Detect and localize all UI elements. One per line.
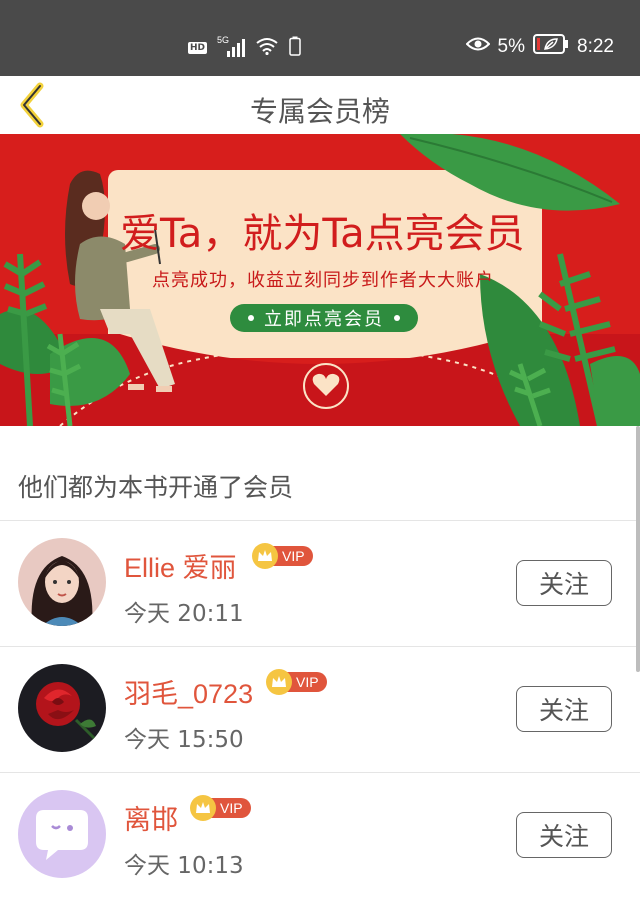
light-up-vip-button[interactable]: 立即点亮会员 <box>230 304 418 332</box>
follow-button[interactable]: 关注 <box>516 812 612 858</box>
status-right-icons: 5% 8:22 <box>465 34 614 60</box>
portrait-avatar-icon <box>18 538 106 626</box>
vip-badge: VIP <box>252 542 313 570</box>
join-time: 今天 15:50 <box>124 727 244 753</box>
avatar[interactable] <box>18 664 106 752</box>
member-row[interactable]: Ellie 爱丽 VIP 今天 20:11 关注 <box>0 520 640 646</box>
member-row[interactable]: 离邯 VIP 今天 10:13 关注 <box>0 772 640 898</box>
dot-icon <box>248 315 254 321</box>
status-bar: HD 5G 5% 8:22 <box>0 0 640 76</box>
nav-header: 专属会员榜 <box>0 76 640 134</box>
banner-button-label: 立即点亮会员 <box>264 309 384 330</box>
hd-badge: HD <box>188 42 208 54</box>
network-type-label: 5G <box>217 35 230 45</box>
banner-subtitle: 点亮成功，收益立刻同步到作者大大账户 <box>152 270 494 291</box>
crown-icon <box>190 795 216 821</box>
battery-percent: 5% <box>497 36 526 57</box>
page-title: 专属会员榜 <box>249 95 390 128</box>
rose-avatar-icon <box>18 664 106 752</box>
signal-icon: 5G <box>217 35 246 57</box>
vip-badge: VIP <box>266 668 327 696</box>
avatar[interactable] <box>18 538 106 626</box>
vip-badge: VIP <box>190 794 251 822</box>
dot-icon <box>394 315 400 321</box>
promo-banner[interactable]: 爱Ta，就为Ta点亮会员 点亮成功，收益立刻同步到作者大大账户 立即点亮会员 <box>0 134 640 426</box>
join-time: 今天 10:13 <box>124 853 244 879</box>
member-name[interactable]: 离邯 <box>124 798 178 837</box>
member-name[interactable]: 羽毛_0723 <box>124 672 253 711</box>
crown-icon <box>266 669 292 695</box>
clock: 8:22 <box>577 36 614 57</box>
follow-button[interactable]: 关注 <box>516 686 612 732</box>
battery-saver-icon <box>533 34 569 60</box>
section-title: 他们都为本书开通了会员 <box>18 473 294 502</box>
member-name[interactable]: Ellie 爱丽 <box>124 546 237 585</box>
banner-title: 爱Ta，就为Ta点亮会员 <box>120 211 525 257</box>
avatar[interactable] <box>18 790 106 878</box>
join-time: 今天 20:11 <box>124 601 244 627</box>
wifi-icon <box>255 37 279 59</box>
member-row[interactable]: 羽毛_0723 VIP 今天 15:50 关注 <box>0 646 640 772</box>
crown-icon <box>252 543 278 569</box>
chat-bubble-avatar-icon <box>18 790 106 878</box>
scrollbar[interactable] <box>636 426 640 672</box>
status-left-icons: HD 5G <box>188 35 301 60</box>
follow-button[interactable]: 关注 <box>516 560 612 606</box>
eye-icon <box>465 36 490 58</box>
battery-small-icon <box>289 36 301 60</box>
